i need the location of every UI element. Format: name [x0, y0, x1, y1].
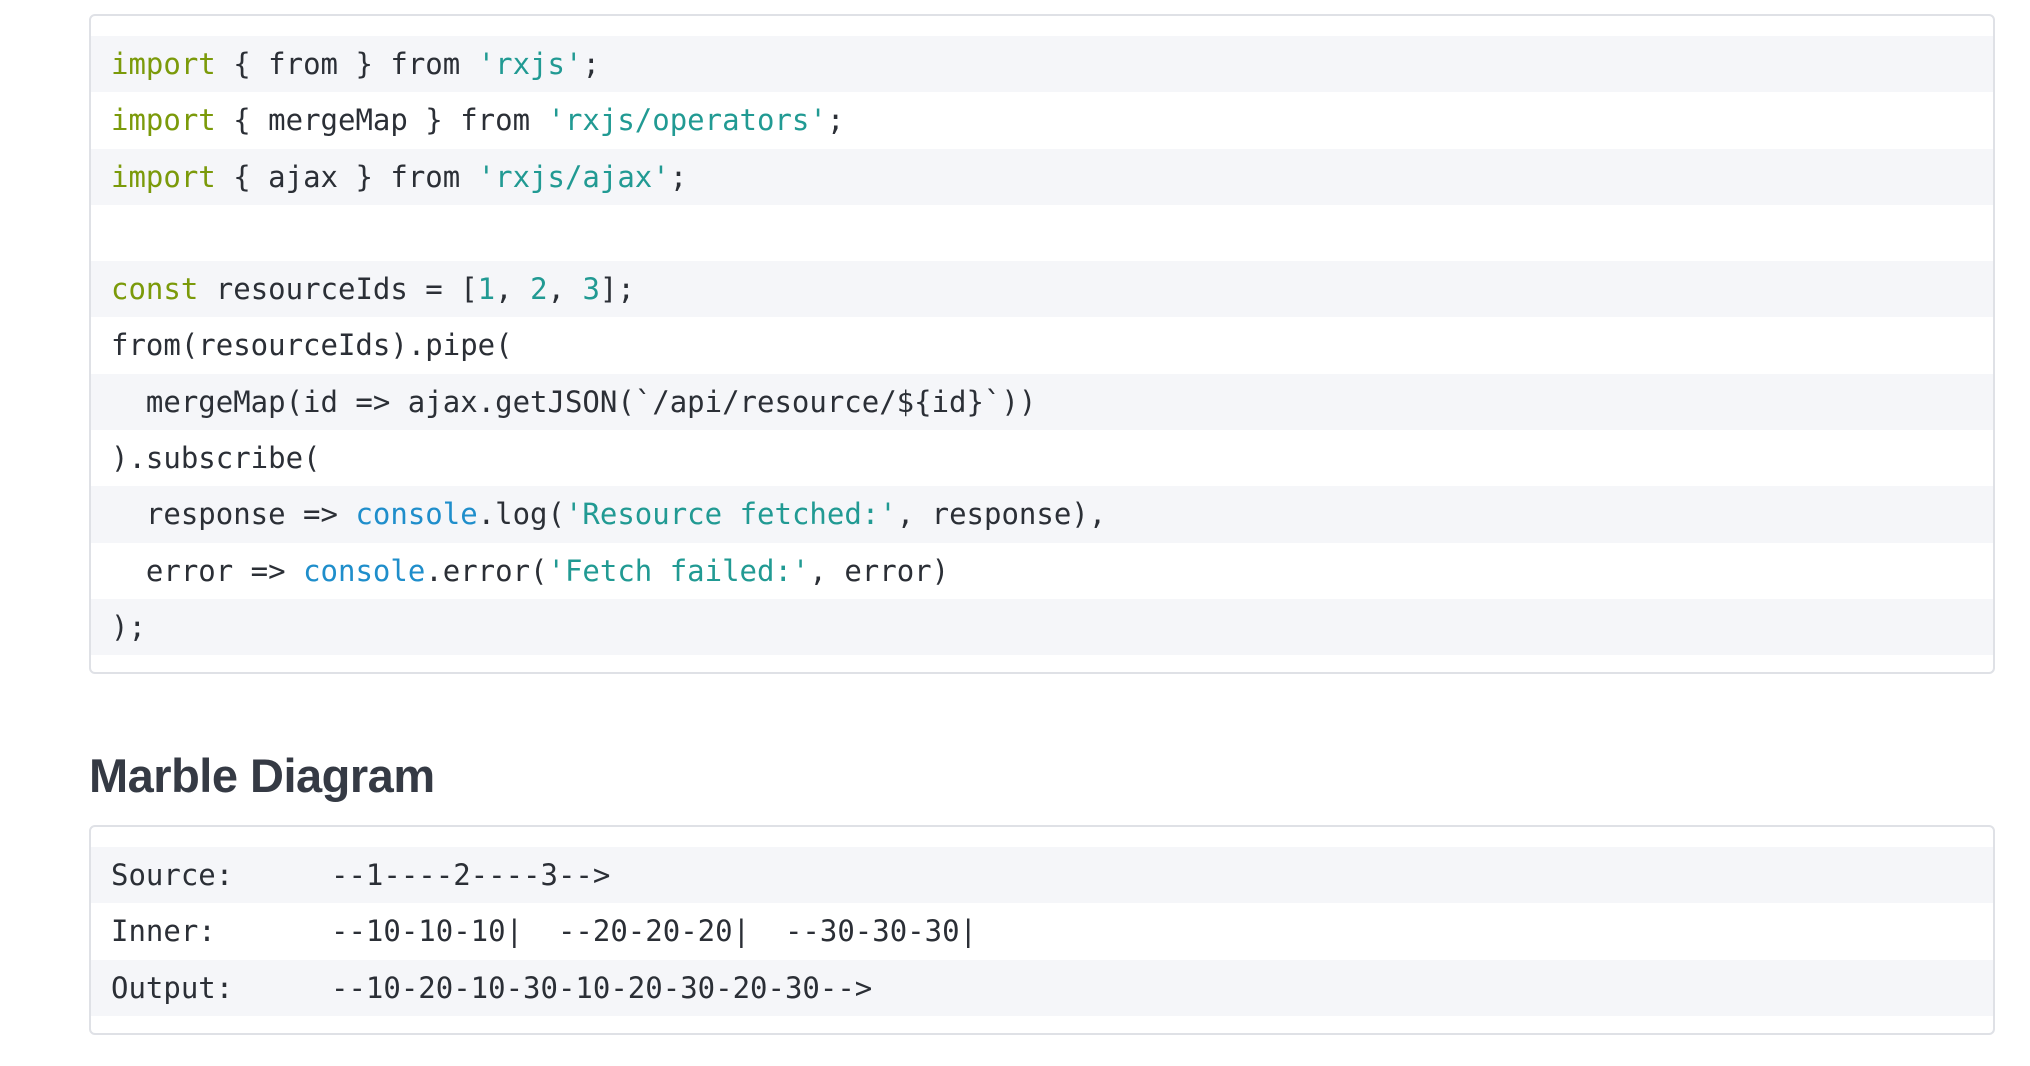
code-token: .error( [425, 553, 548, 588]
code-token: response => [111, 497, 356, 532]
code-token: .log( [477, 497, 565, 532]
code-line: from(resourceIds).pipe( [91, 317, 1993, 373]
code-token: ); [111, 609, 146, 644]
code-token: 'Resource fetched:' [564, 497, 897, 532]
code-line: ).subscribe( [91, 430, 1993, 486]
code-line: import { from } from 'rxjs'; [91, 36, 1993, 93]
code-token: , error) [809, 553, 950, 588]
marble-row-value: --10-20-10-30-10-20-30-20-30--> [331, 970, 873, 1005]
code-token: ).subscribe( [111, 441, 321, 476]
code-token: 'rxjs' [477, 47, 583, 81]
code-token: , [547, 272, 583, 307]
code-token: { mergeMap } from [215, 103, 548, 138]
code-token: { from } from [215, 47, 478, 81]
marble-row-value: --10-10-10| --20-20-20| --30-30-30| [331, 914, 978, 949]
marble-diagram-block: Source: --1----2----3--> Inner: --10-10-10|… [89, 825, 1995, 1035]
code-token: ; [582, 47, 600, 81]
marble-row: Inner: --10-10-10| --20-20-20| --30-30-30… [91, 903, 1993, 959]
code-line: import { mergeMap } from 'rxjs/operators… [91, 92, 1993, 148]
code-token: ; [826, 103, 845, 138]
code-token: 3 [582, 272, 600, 307]
code-line: const resourceIds = [1, 2, 3]; [91, 261, 1993, 318]
code-token: console [303, 553, 426, 588]
marble-row: Source: --1----2----3--> [91, 847, 1993, 904]
code-token: error => [111, 553, 304, 588]
code-token: import [111, 159, 216, 194]
code-token: ]; [599, 272, 635, 307]
section-heading: Marble Diagram [89, 749, 435, 802]
code-token: { ajax } from [215, 159, 478, 194]
code-line: error => console.error('Fetch failed:', … [91, 543, 1993, 599]
code-token: console [355, 497, 478, 532]
code-token: 'rxjs/ajax' [477, 159, 670, 194]
code-token: 'Fetch failed:' [547, 553, 810, 588]
code-line: import { ajax } from 'rxjs/ajax'; [91, 148, 1993, 205]
marble-row-value: --1----2----3--> [331, 858, 611, 892]
code-token: 1 [477, 272, 496, 307]
marble-row-label: Inner: [111, 914, 216, 949]
code-token: , [495, 272, 531, 307]
code-token: resourceIds = [ [198, 272, 478, 307]
code-token: const [111, 272, 199, 307]
code-token: import [111, 103, 216, 138]
code-token: import [111, 47, 216, 81]
code-token: mergeMap(id => ajax.getJSON(`/api/resour… [111, 384, 1037, 419]
code-token: , response), [896, 497, 1107, 532]
code-token: ; [669, 159, 688, 194]
code-block: import { from } from 'rxjs'; import { mer… [89, 14, 1995, 674]
code-line: ); [91, 598, 1993, 656]
code-line: mergeMap(id => ajax.getJSON(`/api/resour… [91, 373, 1993, 431]
marble-row-label: Source: [111, 858, 234, 892]
code-token: 'rxjs/operators' [547, 103, 827, 138]
code-line: response => console.log('Resource fetche… [91, 486, 1993, 543]
code-token: from(resourceIds).pipe( [111, 328, 513, 363]
marble-row: Output: --10-20-10-30-10-20-30-20-30--> [91, 959, 1993, 1016]
marble-row-label: Output: [111, 970, 234, 1005]
code-token: 2 [530, 272, 548, 307]
